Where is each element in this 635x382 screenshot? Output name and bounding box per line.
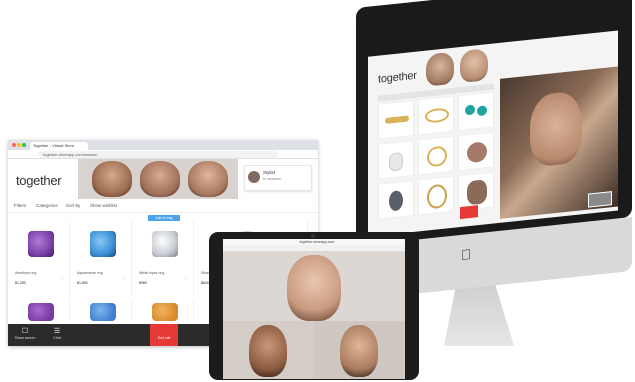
ipad-participant-tile[interactable]: [314, 321, 405, 379]
chat-button[interactable]: ☰ Chat: [42, 328, 72, 340]
store-header: together Stylist In session: [8, 159, 318, 199]
heart-icon[interactable]: ♡: [122, 277, 126, 283]
share-screen-label: Share screen: [14, 336, 36, 340]
wishlist-button[interactable]: Show wishlist: [90, 203, 117, 208]
imac-participant-thumb[interactable]: [460, 48, 488, 84]
participant-video-2[interactable]: [140, 161, 180, 197]
ipad-participant-face: [249, 325, 287, 377]
imac-product-tile[interactable]: [458, 131, 494, 172]
participant-strip: [78, 159, 238, 199]
avatar: [248, 171, 260, 183]
heart-icon[interactable]: ♡: [60, 277, 64, 283]
screen-share-icon: ☐: [21, 328, 29, 335]
ipad-url[interactable]: together.storeapp.com: [287, 240, 347, 244]
imac-bezel: together: [356, 0, 632, 246]
apple-icon: : [460, 246, 472, 263]
imac-product-tile[interactable]: [458, 91, 494, 132]
sort-button[interactable]: Sort by: [66, 203, 80, 208]
participant-video-1[interactable]: [92, 161, 132, 197]
imac-product-tile[interactable]: [418, 135, 454, 176]
participant-video-3[interactable]: [188, 161, 228, 197]
product-composite:  together: [0, 0, 635, 382]
share-screen-button[interactable]: ☐ Share screen: [10, 328, 40, 340]
ipad-participant-tile[interactable]: [223, 321, 314, 379]
imac-product-tile[interactable]: [378, 99, 414, 140]
store-brand-logo: together: [16, 173, 62, 188]
imac-product-tile[interactable]: [378, 139, 414, 180]
product-image: [152, 231, 178, 257]
imac-stand: [444, 282, 514, 346]
product-card[interactable]: [136, 299, 194, 321]
product-image: [28, 303, 54, 321]
product-image: [152, 303, 178, 321]
url-field[interactable]: together.storeapp.com/session: [38, 151, 278, 158]
browser-tab-strip: Together - Virtual Store: [8, 140, 318, 150]
imac-product-tile[interactable]: [378, 179, 414, 220]
product-card[interactable]: White topaz ring $980 ♡: [136, 221, 194, 295]
call-card[interactable]: Stylist In session: [244, 165, 312, 191]
chat-label: Chat: [53, 336, 61, 340]
product-price: $640: [201, 281, 209, 285]
product-card[interactable]: Aquamarine ring $1,890 ♡: [74, 221, 132, 295]
ipad-participant-face: [340, 325, 378, 377]
ipad-main-video: [223, 251, 405, 321]
product-card[interactable]: Amethyst ring $1,250 ♡: [12, 221, 70, 295]
imac-screen: together: [368, 30, 618, 237]
ipad-screen: together.storeapp.com: [223, 239, 405, 379]
close-window-icon[interactable]: [12, 143, 16, 147]
product-name: Aquamarine ring: [77, 271, 103, 275]
chat-icon: ☰: [53, 328, 61, 335]
imac-brand-logo: together: [378, 69, 417, 86]
address-bar: together.storeapp.com/session: [8, 150, 318, 159]
end-call-button[interactable]: End call: [150, 324, 178, 346]
imac-participant-thumb[interactable]: [426, 51, 454, 87]
browser-tab[interactable]: Together - Virtual Store: [30, 142, 88, 150]
heart-icon[interactable]: ♡: [184, 277, 188, 283]
product-price: $980: [139, 281, 147, 285]
ipad-address-bar: together.storeapp.com: [223, 239, 405, 245]
product-name: White topaz ring: [139, 271, 165, 275]
imac-end-call-button[interactable]: [460, 205, 478, 220]
imac-product-tile[interactable]: [418, 175, 454, 216]
product-card[interactable]: [74, 299, 132, 321]
ipad-main-participant: [287, 255, 341, 321]
ipad-device: together.storeapp.com: [209, 232, 419, 380]
maximize-window-icon[interactable]: [22, 143, 26, 147]
product-card[interactable]: [12, 299, 70, 321]
imac-model-face: [530, 90, 582, 168]
product-price: $1,250: [15, 281, 26, 285]
filter-button[interactable]: Filters: [14, 203, 26, 208]
call-status: In session: [263, 176, 282, 181]
product-name: Amethyst ring: [15, 271, 37, 275]
imac-self-view[interactable]: [588, 191, 612, 208]
product-image: [90, 303, 116, 321]
minimize-window-icon[interactable]: [17, 143, 21, 147]
filter-bar: Filters Categories Sort by Show wishlist: [8, 199, 318, 213]
product-image: [28, 231, 54, 257]
imac-product-tile[interactable]: [418, 95, 454, 136]
caller-name: Stylist: [263, 170, 276, 175]
categories-button[interactable]: Categories: [36, 203, 58, 208]
product-image: [90, 231, 116, 257]
camera-icon: [311, 234, 315, 238]
product-price: $1,890: [77, 281, 88, 285]
